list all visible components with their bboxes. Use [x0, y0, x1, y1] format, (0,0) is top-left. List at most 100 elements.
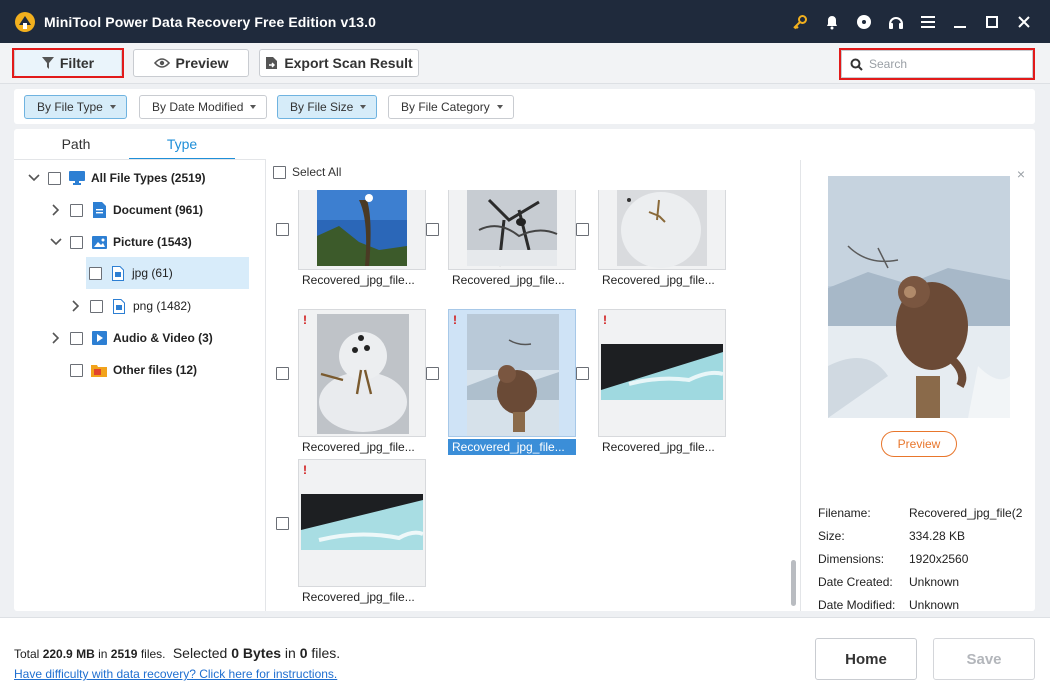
thumbnail-image[interactable]: ! — [298, 459, 426, 587]
chevron-down-icon[interactable] — [50, 236, 62, 248]
select-all-label: Select All — [292, 165, 342, 179]
by-date-modified-label: By Date Modified — [152, 100, 244, 114]
tree-label: Picture (1543) — [113, 235, 192, 249]
thumbnail-item[interactable]: ! Recovered_jpg_file... — [276, 459, 426, 604]
view-tabs: Path Type — [14, 129, 266, 160]
by-file-category-dropdown[interactable]: By File Category — [388, 95, 514, 119]
tab-path[interactable]: Path — [23, 129, 129, 160]
video-icon — [91, 330, 107, 346]
item-checkbox[interactable] — [576, 367, 589, 380]
item-checkbox[interactable] — [276, 223, 289, 236]
checkbox[interactable] — [70, 203, 83, 217]
by-date-modified-dropdown[interactable]: By Date Modified — [139, 95, 268, 119]
item-checkbox[interactable] — [426, 223, 439, 236]
checkbox[interactable] — [89, 266, 102, 280]
thumbnail-label: Recovered_jpg_file... — [602, 440, 715, 454]
tree-node-png[interactable]: png (1482) — [70, 290, 191, 322]
app-title: MiniTool Power Data Recovery Free Editio… — [44, 13, 376, 30]
checkbox[interactable] — [48, 171, 61, 185]
tab-type[interactable]: Type — [129, 129, 235, 160]
thumbnail-label: Recovered_jpg_file... — [302, 440, 415, 454]
tree-node-jpg[interactable]: jpg (61) — [86, 257, 249, 289]
thumbnail-image[interactable] — [298, 190, 426, 270]
meta-value: Unknown — [909, 575, 960, 589]
preview-image — [828, 176, 1010, 418]
by-file-type-dropdown[interactable]: By File Type — [24, 95, 127, 119]
checkbox[interactable] — [70, 331, 83, 345]
tree-label: Other files (12) — [113, 363, 198, 377]
tree-label: Audio & Video (3) — [113, 331, 213, 345]
thumbnail-image[interactable] — [598, 190, 726, 270]
search-box[interactable] — [841, 50, 1033, 78]
chevron-down-icon[interactable] — [28, 172, 40, 184]
disc-icon[interactable] — [848, 0, 880, 43]
save-button[interactable]: Save — [933, 638, 1035, 680]
chevron-right-icon[interactable] — [70, 300, 82, 312]
thumbnail-image[interactable]: ! — [598, 309, 726, 437]
thumbnail-item[interactable]: Recovered_jpg_file... — [276, 190, 426, 318]
export-scan-result-button[interactable]: Export Scan Result — [259, 49, 419, 77]
toolbar: Filter Preview Export Scan Result — [0, 43, 1050, 84]
maximize-icon[interactable] — [976, 0, 1008, 43]
eye-icon — [153, 58, 170, 68]
checkbox[interactable] — [70, 363, 83, 377]
select-all[interactable]: Select All — [273, 165, 341, 179]
close-preview-icon[interactable]: × — [1017, 166, 1025, 182]
app-logo-icon — [15, 11, 35, 32]
filter-button[interactable]: Filter — [14, 49, 122, 77]
preview-panel-button[interactable]: Preview — [881, 431, 957, 457]
by-file-category-label: By File Category — [401, 100, 490, 114]
thumbnail-image[interactable] — [448, 190, 576, 270]
tree-node-other-files[interactable]: Other files (12) — [50, 354, 197, 386]
tree-label: All File Types (2519) — [91, 171, 206, 185]
file-type-tree: All File Types (2519) Document (961) Pic… — [14, 160, 266, 611]
search-input[interactable] — [869, 57, 1019, 71]
by-file-size-dropdown[interactable]: By File Size — [277, 95, 378, 119]
file-icon — [111, 298, 127, 314]
footer: Total 220.9 MB in 2519 files. Selected 0… — [0, 617, 1050, 700]
preview-button[interactable]: Preview — [133, 49, 249, 77]
meta-value: Recovered_jpg_file(2 — [909, 506, 1023, 520]
item-checkbox[interactable] — [426, 367, 439, 380]
thumbnail-item[interactable]: Recovered_jpg_file... — [576, 190, 726, 318]
minimize-icon[interactable] — [944, 0, 976, 43]
tree-node-document[interactable]: Document (961) — [50, 194, 203, 226]
home-button[interactable]: Home — [815, 638, 917, 680]
thumbnail-image[interactable]: ! — [448, 309, 576, 437]
tree-node-all-file-types[interactable]: All File Types (2519) — [28, 162, 206, 194]
filter-icon — [41, 57, 54, 69]
headset-icon[interactable] — [880, 0, 912, 43]
meta-key: Filename: — [818, 506, 871, 520]
grid-scrollbar[interactable] — [791, 560, 796, 606]
thumbnail-label: Recovered_jpg_file... — [602, 273, 715, 287]
thumbnail-item[interactable]: Recovered_jpg_file... — [426, 190, 576, 318]
item-checkbox[interactable] — [276, 517, 289, 530]
key-icon[interactable] — [784, 0, 816, 43]
chevron-right-icon[interactable] — [50, 332, 62, 344]
thumbnail-item[interactable]: ! Recovered_jpg_file... — [276, 309, 426, 454]
checkbox[interactable] — [70, 235, 83, 249]
item-checkbox[interactable] — [276, 367, 289, 380]
help-link[interactable]: Have difficulty with data recovery? Clic… — [14, 667, 337, 681]
thumbnail-item[interactable]: ! Recovered_jpg_file... — [576, 309, 726, 454]
menu-icon[interactable] — [912, 0, 944, 43]
tree-label: png (1482) — [133, 299, 192, 313]
thumbnail-image[interactable]: ! — [298, 309, 426, 437]
tree-node-audio-video[interactable]: Audio & Video (3) — [50, 322, 213, 354]
item-checkbox[interactable] — [576, 223, 589, 236]
chevron-right-icon[interactable] — [50, 204, 62, 216]
thumbnail-item[interactable]: ! Recovered_jpg_file... — [426, 309, 576, 455]
tree-node-picture[interactable]: Picture (1543) — [50, 226, 192, 258]
meta-key: Date Created: — [818, 575, 893, 589]
bell-icon[interactable] — [816, 0, 848, 43]
select-all-checkbox[interactable] — [273, 165, 286, 179]
document-icon — [91, 202, 107, 218]
meta-value: 1920x2560 — [909, 552, 969, 566]
meta-key: Date Modified: — [818, 598, 896, 612]
tree-label: Document (961) — [113, 203, 204, 217]
checkbox[interactable] — [90, 299, 103, 313]
thumbnail-label: Recovered_jpg_file... — [448, 439, 576, 455]
close-icon[interactable] — [1008, 0, 1040, 43]
total-summary: Total 220.9 MB in 2519 files. Selected 0… — [14, 645, 341, 661]
monitor-icon — [69, 170, 85, 186]
